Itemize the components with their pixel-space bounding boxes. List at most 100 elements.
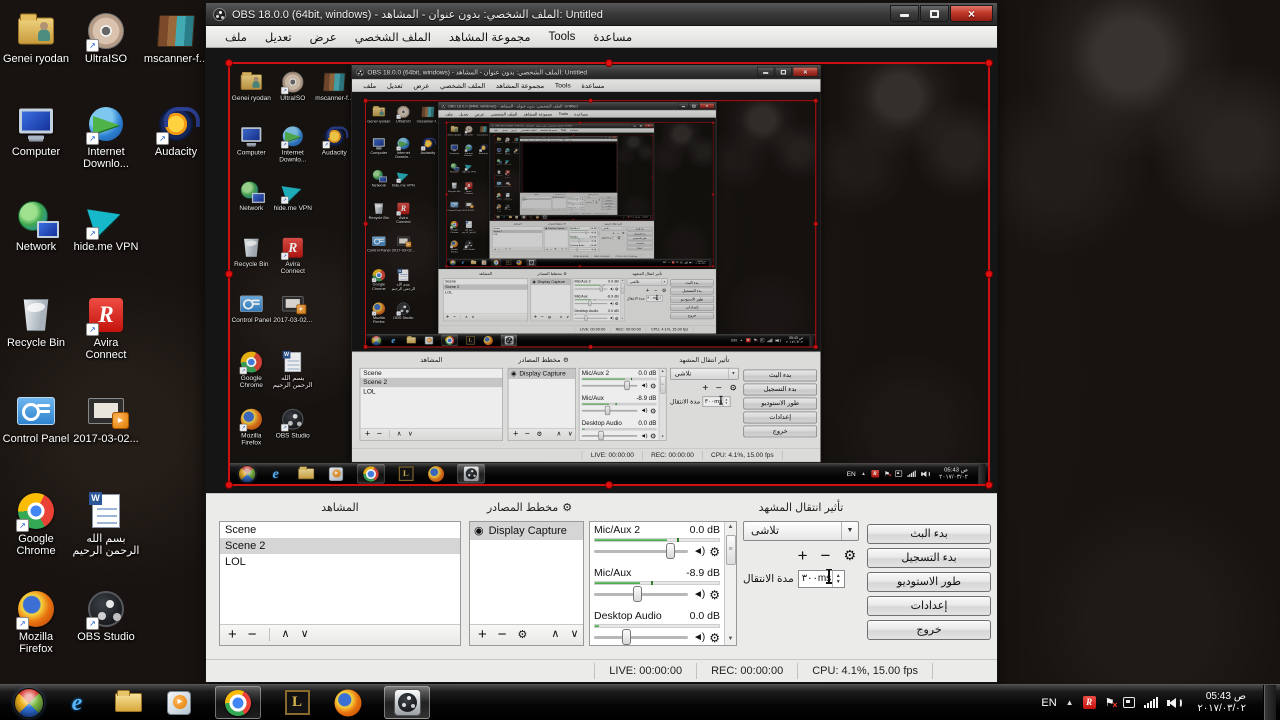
scene-item[interactable]: Scene (443, 278, 527, 283)
studio-mode-button[interactable]: طور الاستوديو (867, 572, 991, 592)
spinner-arrows[interactable]: ▲▼ (597, 201, 598, 203)
add-transition-button[interactable]: + (646, 287, 649, 292)
start-button[interactable] (450, 259, 456, 265)
taskbar-obs-studio[interactable] (501, 334, 517, 345)
resize-handle[interactable] (445, 264, 448, 267)
menu-file[interactable]: ملف (358, 81, 382, 89)
spinner-arrows[interactable]: ▲▼ (658, 295, 662, 300)
desktop-icon-obs-studio[interactable]: OBS Studio (391, 302, 415, 320)
resize-handle[interactable] (573, 218, 575, 220)
network-signal-icon[interactable] (685, 261, 688, 263)
desktop-icon-computer[interactable]: Computer (495, 147, 503, 153)
desktop-icon-video-file[interactable]: 2017-03-02... (503, 181, 511, 187)
resize-handle[interactable] (363, 98, 368, 103)
add-transition-button[interactable]: + (798, 548, 808, 563)
start-button[interactable] (238, 465, 256, 482)
show-desktop-button[interactable] (1263, 685, 1276, 720)
desktop-icon-idm[interactable]: Internet Downlo... (273, 125, 313, 163)
desktop-icon-audacity[interactable]: Audacity (476, 143, 490, 154)
mixer-scrollbar[interactable]: ▲ ≡ ▼ (659, 368, 666, 440)
remove-scene-button[interactable]: − (453, 314, 456, 319)
add-source-button[interactable]: + (553, 208, 554, 210)
speaker-icon[interactable]: ◄) (640, 432, 647, 438)
channel-gear-icon[interactable]: ⚙ (650, 406, 656, 414)
desktop-icon-audacity[interactable]: Audacity (314, 125, 354, 156)
windows-update-icon[interactable] (1123, 697, 1135, 708)
mixer-scrollbar[interactable]: ▲ ≡ ▼ (724, 522, 736, 645)
tray-expand-icon[interactable]: ▲ (668, 261, 670, 263)
start-recording-button[interactable]: بدء التسجيل (743, 383, 816, 395)
scrollbar-thumb[interactable]: ≡ (598, 229, 600, 235)
visibility-eye-icon[interactable]: ◉ (511, 368, 517, 378)
maximize-button[interactable] (689, 103, 699, 109)
studio-mode-button[interactable]: طور الاستوديو (743, 397, 816, 409)
start-streaming-button[interactable]: بدء البث (867, 524, 991, 544)
desktop-icon-control-panel[interactable]: Control Panel (447, 200, 461, 211)
desktop-icon-network[interactable]: Network (447, 162, 461, 173)
move-scene-down-button[interactable]: ∨ (472, 314, 475, 319)
windows-update-icon[interactable] (680, 261, 682, 263)
remove-transition-button[interactable]: − (617, 231, 619, 234)
desktop-icon-hideme-vpn[interactable]: hide.me VPN (72, 200, 140, 253)
close-button[interactable]: × (793, 67, 818, 77)
remove-source-button[interactable]: − (550, 247, 552, 250)
channel-gear-icon[interactable]: ⚙ (709, 631, 720, 645)
clock[interactable]: 05:43ص ٢٠١٧/٠٣/٠٢ (694, 260, 705, 265)
menu-file[interactable]: ملف (216, 30, 256, 44)
transition-dropdown[interactable]: تلاشى ▼ (670, 367, 739, 379)
channel-gear-icon[interactable]: ⚙ (709, 545, 720, 559)
menu-view[interactable]: عرض (509, 128, 518, 131)
transition-properties-button[interactable]: ⚙ (843, 548, 856, 564)
duration-spinbox[interactable]: ٣٠٠ms ▲▼ (593, 201, 599, 203)
transition-properties-button[interactable]: ⚙ (622, 231, 625, 234)
taskbar-obs-studio[interactable] (457, 464, 484, 483)
speaker-icon[interactable]: ◄) (693, 546, 704, 557)
desktop-icon-avira-connect[interactable]: R Avira Connect (503, 169, 511, 177)
move-source-up-button[interactable]: ∧ (561, 247, 563, 250)
resize-handle[interactable] (605, 59, 613, 67)
menu-scene-collection[interactable]: مجموعة المشاهد (440, 30, 540, 44)
avira-tray-icon[interactable]: R (746, 338, 751, 342)
clock[interactable]: 05:43ص ٢٠١٧/٠٣/٠٢ (641, 215, 648, 218)
taskbar-internet-explorer[interactable]: e (460, 259, 466, 265)
resize-handle[interactable] (578, 264, 581, 267)
show-desktop-button[interactable] (978, 463, 986, 484)
desktop-icon-idm[interactable]: Internet Downlo... (391, 137, 415, 159)
taskbar-firefox[interactable] (483, 335, 494, 345)
resize-handle[interactable] (225, 481, 233, 489)
action-center-flag-icon[interactable]: ⚑× (884, 470, 890, 477)
transition-dropdown[interactable]: تلاشى ▼ (743, 521, 859, 541)
add-scene-button[interactable]: + (228, 627, 237, 642)
channel-gear-icon[interactable]: ⚙ (594, 239, 596, 242)
speaker-icon[interactable]: ◄) (591, 248, 593, 250)
volume-slider[interactable] (594, 636, 688, 639)
scene-item[interactable]: LOL (443, 289, 527, 294)
resize-handle[interactable] (616, 191, 617, 192)
desktop-icon-word-document[interactable]: بسم الله الرحمن الرحيم (273, 351, 313, 389)
move-source-up-button[interactable]: ∧ (562, 208, 563, 210)
resize-handle[interactable] (522, 191, 523, 192)
menu-profile[interactable]: الملف الشخصي (487, 111, 520, 116)
taskbar-media-player[interactable] (327, 465, 345, 482)
desktop-icon-mscanner[interactable]: mscanner-f... (142, 12, 210, 65)
volume-icon[interactable] (689, 261, 692, 263)
scene-item-selected[interactable]: Scene 2 (493, 229, 543, 232)
move-source-down-button[interactable]: ∨ (565, 247, 567, 250)
taskbar-obs-studio[interactable] (384, 686, 430, 719)
source-properties-button[interactable]: ⚙ (554, 247, 556, 250)
resize-handle[interactable] (651, 134, 653, 136)
scrollbar-thumb[interactable]: ≡ (726, 535, 736, 565)
action-center-flag-icon[interactable]: ⚑× (630, 216, 631, 217)
desktop-icon-network[interactable]: Network (231, 180, 271, 211)
add-scene-button[interactable]: + (523, 208, 524, 210)
desktop-icon-word-document[interactable]: بسم الله الرحمن الرحيم (72, 492, 140, 557)
resize-handle[interactable] (522, 142, 523, 143)
maximize-button[interactable] (638, 123, 644, 126)
desktop-icon-idm[interactable]: Internet Downlo... (503, 147, 511, 155)
volume-slider[interactable] (575, 303, 608, 304)
taskbar-media-player[interactable] (481, 259, 487, 265)
channel-gear-icon[interactable]: ⚙ (594, 248, 596, 251)
speaker-icon[interactable]: ◄) (609, 316, 613, 320)
taskbar-internet-explorer[interactable]: e (502, 215, 506, 218)
scene-item[interactable]: Scene (220, 522, 460, 538)
